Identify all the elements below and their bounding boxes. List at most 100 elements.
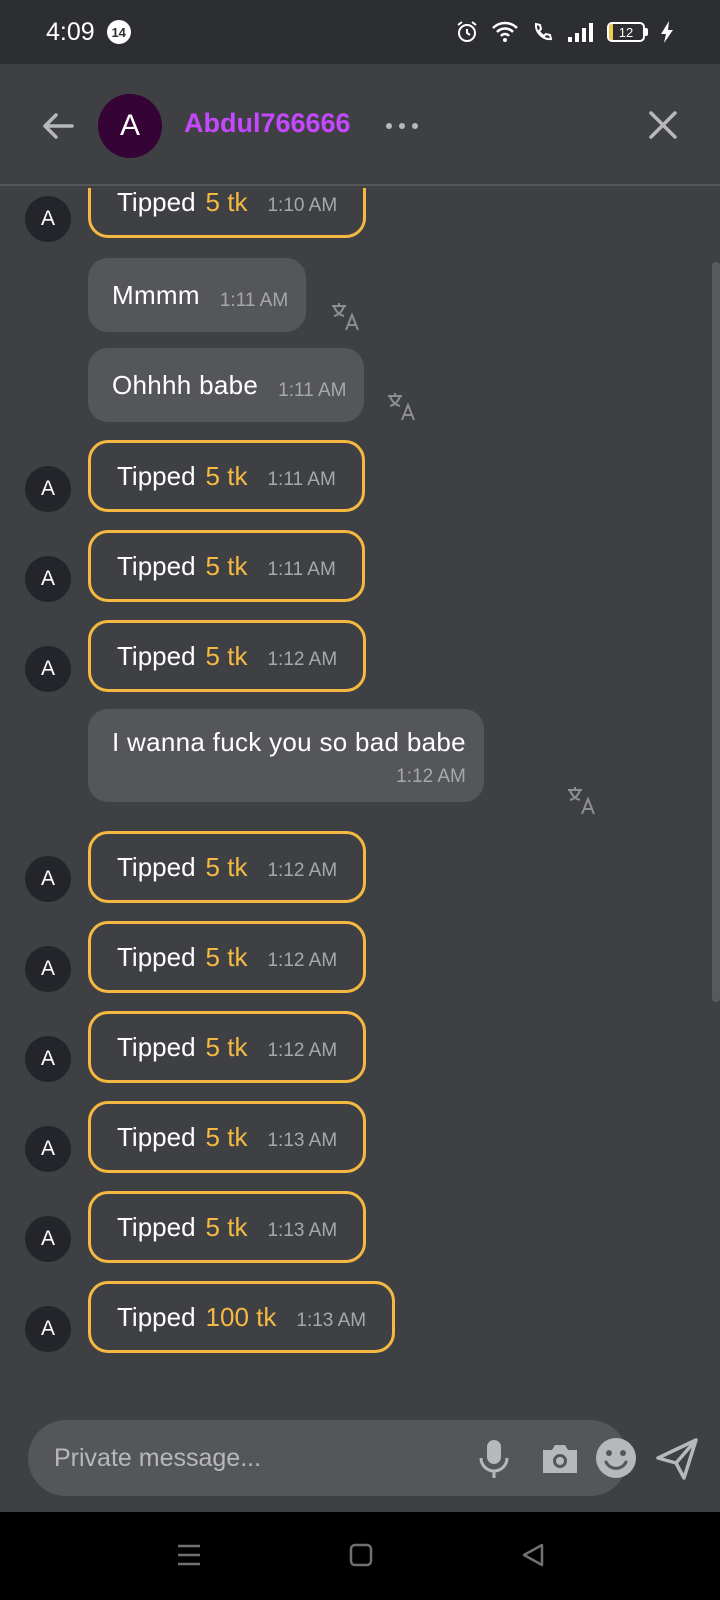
status-bar: 4:09 14 12 — [0, 0, 720, 64]
message-time: 1:13 AM — [267, 1220, 338, 1241]
nav-recents-button[interactable] — [176, 1542, 202, 1568]
translate-icon — [332, 303, 359, 331]
microphone-button[interactable] — [476, 1438, 512, 1480]
translate-button[interactable] — [566, 784, 598, 816]
chat-username[interactable]: Abdul766666 — [184, 108, 351, 139]
message-list-scrollbar[interactable] — [712, 262, 720, 1002]
alarm-icon — [457, 21, 477, 42]
private-message-input[interactable] — [54, 1420, 434, 1496]
header-avatar[interactable]: A — [98, 94, 162, 158]
tip-label: Tipped — [117, 851, 196, 882]
tip-label: Tipped — [117, 941, 196, 972]
tip-message: Tipped 100 tk 1:13 AM — [88, 1281, 396, 1353]
sender-avatar[interactable]: A — [25, 856, 71, 902]
tip-label: Tipped — [117, 1301, 196, 1332]
signal-icon — [568, 23, 593, 42]
tip-label: Tipped — [117, 188, 196, 217]
tip-message: Tipped 5 tk 1:13 AM — [88, 1101, 367, 1173]
more-horizontal-icon — [386, 123, 418, 129]
tip-amount: 5 tk — [205, 1211, 248, 1242]
text-message[interactable]: Ohhhh babe 1:11 AM — [88, 348, 365, 422]
sender-avatar[interactable]: A — [25, 466, 71, 512]
sender-avatar[interactable]: A — [25, 1036, 71, 1082]
sender-avatar[interactable]: A — [25, 1306, 71, 1352]
translate-button[interactable] — [386, 390, 418, 422]
translate-icon — [568, 787, 595, 815]
microphone-icon — [479, 1440, 509, 1478]
tip-message: Tipped 5 tk 1:12 AM — [88, 620, 367, 692]
status-icons: 12 — [455, 20, 674, 44]
arrow-left-icon — [43, 113, 74, 139]
tip-amount: 5 tk — [205, 851, 248, 882]
notification-count-badge: 14 — [106, 20, 131, 44]
tip-message: Tipped 5 tk 1:11 AM — [88, 440, 365, 512]
message-time: 1:12 AM — [267, 860, 338, 881]
back-button[interactable] — [38, 106, 78, 146]
battery-level: 12 — [618, 24, 634, 40]
text-message[interactable]: I wanna fuck you so bad babe 1:12 AM — [88, 709, 484, 802]
tip-label: Tipped — [117, 640, 196, 671]
camera-icon — [543, 1445, 577, 1473]
wifi-call-icon — [534, 22, 553, 41]
sender-avatar[interactable]: A — [25, 946, 71, 992]
tip-amount: 100 tk — [205, 1301, 277, 1332]
tip-amount: 5 tk — [205, 1121, 248, 1152]
tip-amount: 5 tk — [205, 1031, 248, 1062]
more-options-button[interactable] — [384, 116, 420, 136]
message-time: 1:13 AM — [296, 1310, 367, 1331]
tip-amount: 5 tk — [205, 550, 248, 581]
translate-icon — [388, 393, 415, 421]
tip-message: Tipped 5 tk 1:10 AM — [88, 188, 367, 238]
battery-icon: 12 — [607, 22, 648, 42]
camera-button[interactable] — [540, 1440, 580, 1476]
sender-avatar[interactable]: A — [25, 1216, 71, 1262]
send-icon — [656, 1438, 698, 1480]
message-time: 1:13 AM — [267, 1130, 338, 1151]
send-button[interactable] — [654, 1436, 700, 1482]
text-message[interactable]: Mmmm 1:11 AM — [88, 258, 307, 332]
message-list[interactable]: A Tipped 5 tk 1:10 AM Mmmm 1:11 AM Ohhhh… — [0, 188, 720, 1412]
close-button[interactable] — [646, 108, 680, 142]
nav-home-button[interactable] — [349, 1543, 373, 1567]
tip-label: Tipped — [117, 1031, 196, 1062]
message-time: 1:12 AM — [267, 950, 338, 971]
message-time: 1:12 AM — [396, 766, 466, 787]
wifi-icon — [492, 21, 518, 42]
tip-message: Tipped 5 tk 1:13 AM — [88, 1191, 367, 1263]
nav-back-button[interactable] — [520, 1542, 546, 1568]
home-square-icon — [349, 1543, 373, 1567]
message-time: 1:11 AM — [267, 469, 336, 490]
message-composer — [28, 1420, 636, 1496]
tip-message: Tipped 5 tk 1:12 AM — [88, 831, 367, 903]
menu-icon — [178, 1544, 200, 1566]
tip-amount: 5 tk — [205, 188, 248, 217]
tip-message: Tipped 5 tk 1:12 AM — [88, 1011, 367, 1083]
emoji-icon — [596, 1438, 636, 1478]
translate-button[interactable] — [330, 300, 362, 332]
close-icon — [649, 111, 677, 139]
emoji-button[interactable] — [594, 1436, 638, 1480]
tip-message: Tipped 5 tk 1:11 AM — [88, 530, 365, 602]
message-time: 1:12 AM — [267, 649, 338, 670]
tip-label: Tipped — [117, 1121, 196, 1152]
message-time: 1:11 AM — [267, 559, 336, 580]
back-triangle-icon — [522, 1543, 544, 1567]
message-time: 1:12 AM — [267, 1040, 338, 1061]
tip-label: Tipped — [117, 550, 196, 581]
tip-amount: 5 tk — [205, 640, 248, 671]
chat-header: A Abdul766666 — [0, 64, 720, 186]
message-text: Ohhhh babe — [112, 369, 259, 400]
sender-avatar[interactable]: A — [25, 196, 71, 242]
sender-avatar[interactable]: A — [25, 646, 71, 692]
tip-label: Tipped — [117, 1211, 196, 1242]
message-time: 1:11 AM — [278, 380, 347, 401]
status-left: 4:09 14 — [46, 18, 131, 47]
message-time: 1:10 AM — [267, 195, 338, 216]
sender-avatar[interactable]: A — [25, 556, 71, 602]
system-nav-bar — [0, 1512, 720, 1600]
tip-amount: 5 tk — [205, 941, 248, 972]
message-text: Mmmm — [112, 279, 200, 310]
tip-amount: 5 tk — [205, 460, 248, 491]
message-text: I wanna fuck you so bad babe — [112, 727, 466, 757]
sender-avatar[interactable]: A — [25, 1126, 71, 1172]
